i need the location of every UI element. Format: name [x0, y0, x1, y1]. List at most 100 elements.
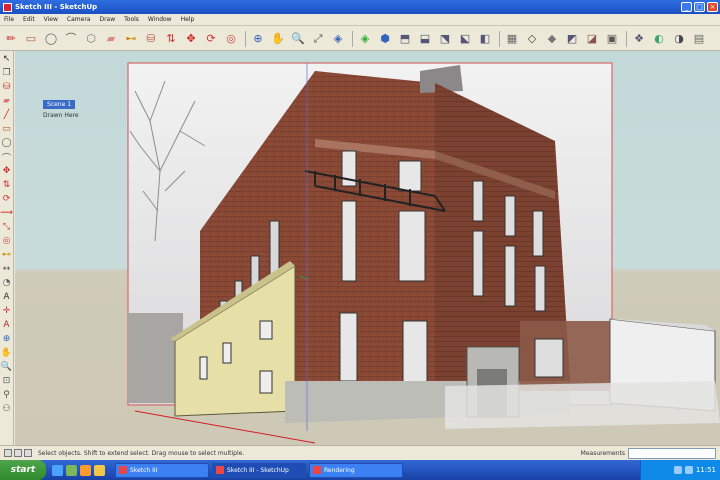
- toolbar-separator: [499, 30, 500, 47]
- shaded-icon[interactable]: ◩: [563, 30, 581, 48]
- tool-palette: ↖ ❐ ⛁ ▰ ╱ ▭ ◯ ⌒ ✥ ⇅ ⟳ ⟿ ⤡ ◎ ⊷ ↔ ◔ A ✛ A ⊕ ✋ 🔍 ⊡ ⚲ ⚇: [0, 51, 14, 445]
- pencil-icon[interactable]: ✏: [2, 30, 20, 48]
- shadows-icon[interactable]: ◑: [670, 30, 688, 48]
- left-view-icon[interactable]: ◧: [476, 30, 494, 48]
- status-hint: Select objects. Shift to extend select. …: [38, 449, 245, 457]
- media-icon[interactable]: [80, 464, 91, 476]
- rectangle-icon[interactable]: ▭: [22, 30, 40, 48]
- menu-draw[interactable]: Draw: [99, 16, 115, 23]
- fog-icon[interactable]: ▤: [690, 30, 708, 48]
- axes-tool-icon[interactable]: ✛: [1, 305, 13, 317]
- menu-camera[interactable]: Camera: [67, 16, 91, 23]
- zoom-tool-icon[interactable]: 🔍: [1, 361, 13, 373]
- zoom-extents-icon[interactable]: ⤢: [309, 30, 327, 48]
- scene-tab[interactable]: Scene 1: [43, 100, 76, 109]
- hidden-line-icon[interactable]: ◆: [543, 30, 561, 48]
- rect-tool-icon[interactable]: ▭: [1, 123, 13, 135]
- pan-tool-icon[interactable]: ✋: [1, 347, 13, 359]
- front-view-icon[interactable]: ⬓: [416, 30, 434, 48]
- followme-tool-icon[interactable]: ⟿: [0, 207, 13, 219]
- dimension-tool-icon[interactable]: ↔: [1, 263, 13, 275]
- close-button[interactable]: ×: [707, 2, 718, 12]
- orbit-icon[interactable]: ⊕: [249, 30, 267, 48]
- taskbar-button[interactable]: Sketch III: [115, 462, 209, 478]
- menu-help[interactable]: Help: [181, 16, 195, 23]
- volume-icon[interactable]: [684, 466, 693, 474]
- top-view-icon[interactable]: ⬒: [396, 30, 414, 48]
- taskbar-button-label: Rendering: [324, 466, 355, 474]
- iso-view-icon[interactable]: ⬢: [376, 30, 394, 48]
- scale-tool-icon[interactable]: ⤡: [1, 221, 13, 233]
- credits-icon[interactable]: [14, 449, 22, 457]
- position-camera-icon[interactable]: ⚲: [1, 389, 13, 401]
- next-view-icon[interactable]: ◈: [356, 30, 374, 48]
- maximize-button[interactable]: □: [694, 2, 705, 12]
- main-toolbar: ✏ ▭ ◯ ⌒ ⬡ ▰ ⊷ ⛁ ⇅ ✥ ⟳ ◎ ⊕ ✋ 🔍 ⤢ ◈ ◈ ⬢ ⬒ ⬓ ⬔ ⬕ ◧ ▦ ◇ ◆ ◩ ◪ ▣ ❖ ◐ ◑ ▤: [0, 27, 720, 51]
- ie-icon[interactable]: [52, 464, 63, 476]
- zoom-icon[interactable]: 🔍: [289, 30, 307, 48]
- eraser-tool-icon[interactable]: ▰: [1, 95, 13, 107]
- measurements-input[interactable]: [628, 447, 716, 459]
- quick-launch: [52, 464, 105, 476]
- move-icon[interactable]: ✥: [182, 30, 200, 48]
- menu-edit[interactable]: Edit: [23, 16, 35, 23]
- polygon-icon[interactable]: ⬡: [82, 30, 100, 48]
- text-tool-icon[interactable]: A: [1, 291, 13, 303]
- layer-label: Drawn Here: [43, 112, 79, 119]
- previous-view-icon[interactable]: ◈: [329, 30, 347, 48]
- pan-icon[interactable]: ✋: [269, 30, 287, 48]
- taskbar-button[interactable]: Sketch III - SketchUp: [212, 462, 306, 478]
- monochrome-icon[interactable]: ▣: [603, 30, 621, 48]
- menu-file[interactable]: File: [4, 16, 14, 23]
- back-view-icon[interactable]: ⬕: [456, 30, 474, 48]
- tape-tool-icon[interactable]: ⊷: [1, 249, 13, 261]
- folder-icon[interactable]: [94, 464, 105, 476]
- arc-icon[interactable]: ⌒: [62, 30, 80, 48]
- network-icon[interactable]: [673, 466, 682, 474]
- menu-view[interactable]: View: [44, 16, 58, 23]
- wireframe-icon[interactable]: ◇: [523, 30, 541, 48]
- orbit-tool-icon[interactable]: ⊕: [1, 333, 13, 345]
- line-tool-icon[interactable]: ╱: [1, 109, 13, 121]
- window-controls: _ □ ×: [681, 2, 718, 12]
- move-tool-icon[interactable]: ✥: [1, 165, 13, 177]
- taskbar-button-label: Sketch III - SketchUp: [227, 466, 289, 474]
- paint-tool-icon[interactable]: ⛁: [1, 81, 13, 93]
- 3dtext-tool-icon[interactable]: A: [1, 319, 13, 331]
- menu-window[interactable]: Window: [148, 16, 172, 23]
- menu-tools[interactable]: Tools: [124, 16, 139, 23]
- taskbar-button[interactable]: Rendering: [309, 462, 403, 478]
- rotate-icon[interactable]: ⟳: [202, 30, 220, 48]
- toolbar-separator: [352, 30, 353, 47]
- push-pull-icon[interactable]: ⇅: [162, 30, 180, 48]
- sketchup-task-icon: [216, 466, 224, 474]
- offset-tool-icon[interactable]: ◎: [1, 235, 13, 247]
- eraser-icon[interactable]: ▰: [102, 30, 120, 48]
- circle-icon[interactable]: ◯: [42, 30, 60, 48]
- modeling-viewport[interactable]: Scene 1 Drawn Here: [15, 51, 720, 445]
- protractor-tool-icon[interactable]: ◔: [1, 277, 13, 289]
- shaded-textures-icon[interactable]: ◪: [583, 30, 601, 48]
- help-toggle-icon[interactable]: [24, 449, 32, 457]
- xray-icon[interactable]: ▦: [503, 30, 521, 48]
- window-title: Sketch III - SketchUp: [15, 3, 98, 11]
- geo-location-icon[interactable]: [4, 449, 12, 457]
- arc-tool-icon[interactable]: ⌒: [1, 151, 13, 164]
- walk-tool-icon[interactable]: ⚇: [1, 403, 13, 415]
- status-icons: [4, 449, 32, 457]
- paint-bucket-icon[interactable]: ⛁: [142, 30, 160, 48]
- components-icon[interactable]: ❖: [630, 30, 648, 48]
- desktop-icon[interactable]: [66, 464, 77, 476]
- right-view-icon[interactable]: ⬔: [436, 30, 454, 48]
- pushpull-tool-icon[interactable]: ⇅: [1, 179, 13, 191]
- offset-icon[interactable]: ◎: [222, 30, 240, 48]
- make-component-icon[interactable]: ❐: [1, 67, 13, 79]
- tape-measure-icon[interactable]: ⊷: [122, 30, 140, 48]
- start-button[interactable]: start: [0, 460, 46, 480]
- circle-tool-icon[interactable]: ◯: [1, 137, 13, 149]
- zoom-window-tool-icon[interactable]: ⊡: [1, 375, 13, 387]
- materials-icon[interactable]: ◐: [650, 30, 668, 48]
- select-tool-icon[interactable]: ↖: [1, 53, 13, 65]
- minimize-button[interactable]: _: [681, 2, 692, 12]
- rotate-tool-icon[interactable]: ⟳: [1, 193, 13, 205]
